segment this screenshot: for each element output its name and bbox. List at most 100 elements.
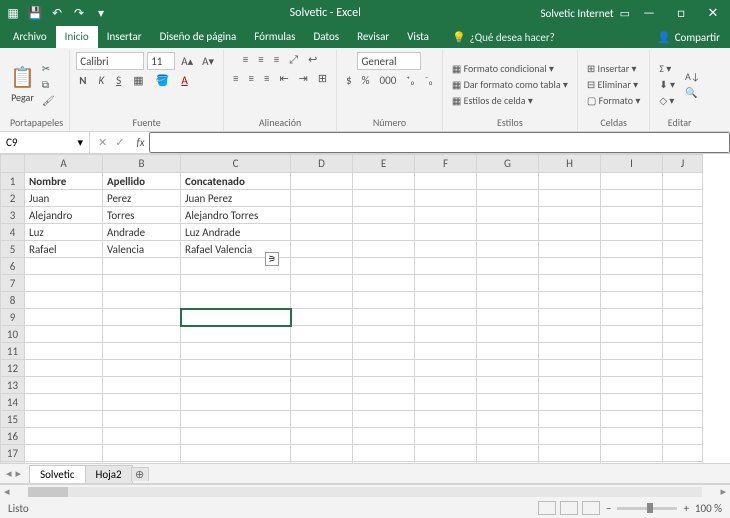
cell-E12[interactable]	[353, 360, 415, 377]
cell-D9[interactable]	[291, 309, 353, 326]
cell-J10[interactable]	[663, 326, 703, 343]
format-cells-button[interactable]: ▢ Formato ▾	[584, 93, 643, 108]
cell-I13[interactable]	[601, 377, 663, 394]
cell-C12[interactable]	[181, 360, 291, 377]
cell-I6[interactable]	[601, 258, 663, 275]
cell-B10[interactable]	[103, 326, 181, 343]
cell-B2[interactable]: Perez	[103, 190, 181, 207]
row-header-2[interactable]: 2	[1, 190, 25, 207]
cell-C11[interactable]	[181, 343, 291, 360]
redo-icon[interactable]: ↷	[70, 4, 88, 22]
cell-F7[interactable]	[415, 275, 477, 292]
align-middle-icon[interactable]: ≡	[255, 52, 266, 68]
conditional-format-button[interactable]: ▦ Formato condicional ▾	[449, 61, 571, 76]
cell-H3[interactable]	[539, 207, 601, 224]
inc-decimal-icon[interactable]: ⁺₀	[403, 73, 417, 88]
cell-F18[interactable]	[415, 462, 477, 465]
cell-D4[interactable]	[291, 224, 353, 241]
find-icon[interactable]: 🔍	[682, 85, 703, 100]
cell-J7[interactable]	[663, 275, 703, 292]
cell-C13[interactable]	[181, 377, 291, 394]
col-header-F[interactable]: F	[415, 155, 477, 173]
zoom-slider[interactable]	[617, 507, 677, 510]
tab-nav-next-icon[interactable]: ▸	[16, 467, 22, 480]
cell-D7[interactable]	[291, 275, 353, 292]
cell-I16[interactable]	[601, 428, 663, 445]
cell-G8[interactable]	[477, 292, 539, 309]
cell-E13[interactable]	[353, 377, 415, 394]
cell-A3[interactable]: Alejandro	[25, 207, 103, 224]
cell-J2[interactable]	[663, 190, 703, 207]
cell-F14[interactable]	[415, 394, 477, 411]
cell-I10[interactable]	[601, 326, 663, 343]
cell-B7[interactable]	[103, 275, 181, 292]
tab-datos[interactable]: Datos	[304, 26, 348, 48]
comma-icon[interactable]: 000	[377, 73, 400, 88]
cell-A6[interactable]	[25, 258, 103, 275]
cell-B16[interactable]	[103, 428, 181, 445]
cell-C16[interactable]	[181, 428, 291, 445]
cell-G6[interactable]	[477, 258, 539, 275]
cell-E7[interactable]	[353, 275, 415, 292]
cell-J13[interactable]	[663, 377, 703, 394]
cell-E16[interactable]	[353, 428, 415, 445]
cell-E2[interactable]	[353, 190, 415, 207]
cell-B8[interactable]	[103, 292, 181, 309]
add-sheet-button[interactable]: ⊕	[131, 467, 149, 481]
cell-H1[interactable]	[539, 173, 601, 190]
cell-I9[interactable]	[601, 309, 663, 326]
cell-D3[interactable]	[291, 207, 353, 224]
currency-icon[interactable]: $	[343, 73, 355, 88]
cell-A8[interactable]	[25, 292, 103, 309]
cell-D11[interactable]	[291, 343, 353, 360]
cell-J1[interactable]	[663, 173, 703, 190]
cell-F13[interactable]	[415, 377, 477, 394]
tell-me[interactable]: 💡¿Qué desea hacer?	[444, 26, 563, 48]
cell-H10[interactable]	[539, 326, 601, 343]
cell-J4[interactable]	[663, 224, 703, 241]
cell-A16[interactable]	[25, 428, 103, 445]
cell-J8[interactable]	[663, 292, 703, 309]
cell-E5[interactable]	[353, 241, 415, 258]
sheet-tab-active[interactable]: Solvetic	[29, 465, 85, 483]
cell-I4[interactable]	[601, 224, 663, 241]
cell-H5[interactable]	[539, 241, 601, 258]
cell-B17[interactable]	[103, 445, 181, 462]
cell-J12[interactable]	[663, 360, 703, 377]
tab-insertar[interactable]: Insertar	[98, 26, 151, 48]
cell-G5[interactable]	[477, 241, 539, 258]
cell-F5[interactable]	[415, 241, 477, 258]
cell-D17[interactable]	[291, 445, 353, 462]
underline-button[interactable]: S	[113, 73, 124, 88]
border-icon[interactable]: ▦	[130, 73, 146, 88]
cell-B18[interactable]	[103, 462, 181, 465]
cell-B11[interactable]	[103, 343, 181, 360]
autosum-icon[interactable]: Σ ▾	[656, 61, 678, 76]
cell-C18[interactable]	[181, 462, 291, 465]
cell-C3[interactable]: Alejandro Torres	[181, 207, 291, 224]
cell-E17[interactable]	[353, 445, 415, 462]
row-header-13[interactable]: 13	[1, 377, 25, 394]
cell-H16[interactable]	[539, 428, 601, 445]
cell-G16[interactable]	[477, 428, 539, 445]
cell-G15[interactable]	[477, 411, 539, 428]
hscroll-thumb[interactable]	[28, 487, 68, 497]
cell-C4[interactable]: Luz Andrade	[181, 224, 291, 241]
cell-E15[interactable]	[353, 411, 415, 428]
cell-F1[interactable]	[415, 173, 477, 190]
cell-E1[interactable]	[353, 173, 415, 190]
cell-I1[interactable]	[601, 173, 663, 190]
cell-B12[interactable]	[103, 360, 181, 377]
cell-D15[interactable]	[291, 411, 353, 428]
cell-H7[interactable]	[539, 275, 601, 292]
cell-H4[interactable]	[539, 224, 601, 241]
cell-A5[interactable]: Rafael	[25, 241, 103, 258]
cell-F3[interactable]	[415, 207, 477, 224]
tab-revisar[interactable]: Revisar	[348, 26, 398, 48]
cell-C14[interactable]	[181, 394, 291, 411]
cell-A11[interactable]	[25, 343, 103, 360]
cell-C9[interactable]	[181, 309, 291, 326]
cell-A13[interactable]	[25, 377, 103, 394]
align-bottom-icon[interactable]: ≡	[271, 52, 282, 68]
cell-A7[interactable]	[25, 275, 103, 292]
